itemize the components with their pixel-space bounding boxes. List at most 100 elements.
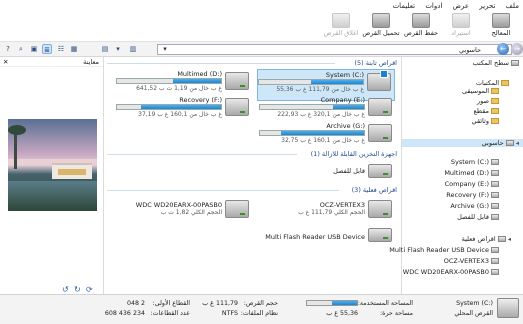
removable-drive-icon xyxy=(368,164,392,178)
status-count-label: عدد القطاعات: xyxy=(150,310,190,317)
address-text: حاسوبي xyxy=(458,46,481,54)
hard-drive-icon xyxy=(225,72,249,90)
menu-view[interactable]: عرض xyxy=(449,0,474,12)
hard-drive-icon xyxy=(491,159,499,165)
hard-drive-icon xyxy=(491,170,499,176)
status-used-bar xyxy=(306,300,358,306)
card-reader-icon xyxy=(368,228,392,242)
nav-computer[interactable]: حاسوبي ◂ xyxy=(402,139,523,147)
removable-drive-icon xyxy=(491,214,499,220)
status-size-label: حجم القرص: xyxy=(243,300,278,307)
status-drive-name: System (C:) xyxy=(456,300,493,307)
fixed-disks-group-header[interactable]: اقراص ثابتة (5) xyxy=(107,59,397,67)
chevron-down-icon: ◂ xyxy=(513,139,519,147)
menu-edit[interactable]: تحرير xyxy=(475,0,499,12)
nav-drive-f[interactable]: Recovery (F:) xyxy=(446,191,499,199)
rotate-left-icon[interactable]: ↺ xyxy=(62,285,69,294)
physical-disks-group-header[interactable]: اقراص فعلية (3) xyxy=(107,186,397,194)
wizard-button[interactable]: المعالج xyxy=(481,12,521,42)
help-icon[interactable]: ? xyxy=(3,44,13,54)
library-icon xyxy=(501,80,509,86)
load-disk-icon xyxy=(372,13,390,28)
chevron-down-icon: ◂ xyxy=(505,235,511,243)
address-dropdown-icon[interactable]: ▾ xyxy=(160,44,170,54)
nav-physical-flash[interactable]: Multi Flash Reader USB Device xyxy=(389,246,499,254)
status-fs-label: نظام الملفات: xyxy=(240,310,278,317)
drive-tile-f[interactable]: Recovery (F:) 37,19 غ ب خال من 160,1 غ ب xyxy=(114,95,252,127)
nav-drive-g[interactable]: Archive (G:) xyxy=(450,202,499,210)
nav-drive-c[interactable]: System (C:) xyxy=(451,158,499,166)
physical-disk-icon xyxy=(225,200,249,218)
card-reader-icon xyxy=(491,247,499,253)
drive-g-usage-bar xyxy=(259,130,365,136)
status-sector-value: 2 048 xyxy=(126,300,145,307)
back-button[interactable]: ← xyxy=(497,43,509,55)
view-details-icon[interactable]: ☷ xyxy=(56,44,66,54)
nav-lib-videos[interactable]: مقطع xyxy=(473,107,499,115)
view-dropdown-icon[interactable]: ▾ xyxy=(113,44,123,54)
preview-toggle-icon[interactable]: ▥ xyxy=(128,44,138,54)
drive-d-usage-bar xyxy=(116,78,222,84)
close-icon[interactable]: ✕ xyxy=(3,57,8,67)
nav-lib-documents[interactable]: وثائقي xyxy=(472,117,499,125)
nav-desktop[interactable]: سطح المكتب xyxy=(472,59,519,67)
hard-drive-icon xyxy=(225,98,249,116)
status-free-label: مساحة حرة: xyxy=(380,310,413,317)
documents-icon xyxy=(491,118,499,124)
rotate-right-icon[interactable]: ↻ xyxy=(74,285,81,294)
navigation-toolbar: ? ⌕ ▣ ≣ ☷ ▦ ▤ ▾ ▥ حاسوبي ▾ ← → xyxy=(0,42,523,57)
hard-drive-icon xyxy=(368,98,392,116)
view-tiles-icon[interactable]: ▦ xyxy=(69,44,79,54)
nav-lib-music[interactable]: الموسيقى xyxy=(462,87,499,95)
menu-file[interactable]: ملف xyxy=(502,0,523,12)
hard-drive-icon xyxy=(491,192,499,198)
forward-button[interactable]: → xyxy=(511,43,523,55)
refresh-icon[interactable]: ⟳ xyxy=(86,285,93,294)
preview-title: معاينة xyxy=(83,58,99,66)
save-icon[interactable]: ▣ xyxy=(29,44,39,54)
nav-physical-wdc[interactable]: WDC WD20EARX-00PASB0 xyxy=(403,268,499,276)
drive-e-usage-bar xyxy=(259,104,365,110)
hard-drive-icon xyxy=(367,70,391,91)
physical-disk-tile-wdc[interactable]: WDC WD20EARX-00PASB0 الحجم الكلي 1,82 ت … xyxy=(114,197,252,223)
nav-drive-e[interactable]: Company (E:) xyxy=(445,180,499,188)
view-list-icon[interactable]: ≣ xyxy=(42,44,52,54)
physical-disk-tile-ocz[interactable]: OCZ-VERTEX3 الحجم الكلي 111,79 غ ب xyxy=(257,197,395,223)
close-disk-icon xyxy=(332,13,350,28)
ribbon-toolbar: المعالج استيراد حفظ القرص تحميل القرص اغ… xyxy=(0,12,523,42)
status-drive-type: القرص المحلي xyxy=(454,310,493,317)
drive-c-usage-bar xyxy=(258,79,364,85)
selected-drive-icon xyxy=(497,298,519,318)
nav-drive-d[interactable]: Multimed (D:) xyxy=(444,169,499,177)
computer-icon xyxy=(505,140,514,146)
desktop-icon xyxy=(511,60,519,66)
nav-physical-ocz[interactable]: OCZ-VERTEX3 xyxy=(444,257,499,265)
physical-disk-tile-flash[interactable]: Multi Flash Reader USB Device xyxy=(257,225,395,247)
removable-group-header[interactable]: اجهزة التخزين القابلة للازالة (1) xyxy=(107,150,397,158)
drive-tile-g[interactable]: Archive (G:) 32,75 غ ب خال من 160,1 غ ب xyxy=(257,121,395,153)
navigation-pane: سطح المكتب المكتبات الموسيقى صور مقطع وث… xyxy=(389,57,523,294)
nav-libraries[interactable]: المكتبات xyxy=(476,79,509,87)
nav-lib-pictures[interactable]: صور xyxy=(477,97,499,105)
nav-removable[interactable]: قابل للفصل xyxy=(457,213,499,221)
physical-disk-icon xyxy=(491,269,499,275)
status-size-value: 111,79 غ ب xyxy=(202,300,238,307)
close-disk-button[interactable]: اغلاق القرص xyxy=(321,12,361,42)
search-icon[interactable]: ⌕ xyxy=(16,44,26,54)
load-disk-button[interactable]: تحميل القرص xyxy=(361,12,401,42)
status-free-value: 55,36 غ ب xyxy=(326,310,358,317)
view-icons-icon[interactable]: ▤ xyxy=(100,44,110,54)
removable-drive-tile[interactable]: قابل للفصل xyxy=(257,161,395,183)
address-bar[interactable]: حاسوبي xyxy=(157,44,512,55)
save-disk-button[interactable]: حفظ القرص xyxy=(401,12,441,42)
status-used-label: المساحة المستخدمة: xyxy=(357,300,413,307)
preview-header: معاينة ✕ xyxy=(0,57,103,67)
status-fs-value: NTFS xyxy=(221,310,238,317)
import-button[interactable]: استيراد xyxy=(441,12,481,42)
menu-help[interactable]: تعليمات xyxy=(389,0,420,12)
wizard-icon xyxy=(492,13,510,28)
menu-tools[interactable]: ادوات xyxy=(421,0,446,12)
save-disk-icon xyxy=(412,13,430,28)
nav-physical-disks[interactable]: اقراص فعلية ◂ xyxy=(462,235,511,243)
drives-view: اقراص ثابتة (5) System (C:) 55,36 غ ب خا… xyxy=(104,57,401,294)
